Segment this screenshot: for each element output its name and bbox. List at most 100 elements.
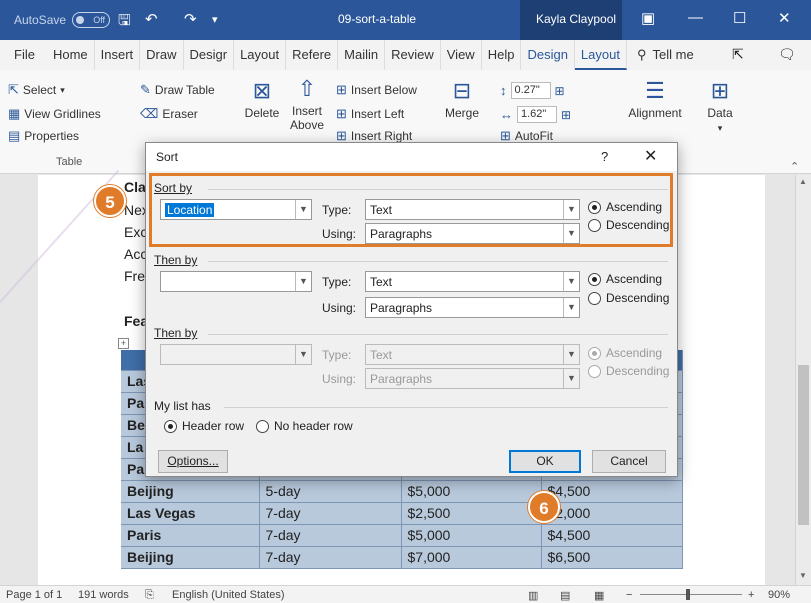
minimize-icon[interactable]: — bbox=[688, 9, 703, 26]
select-button[interactable]: ⇱ Select ▾ bbox=[8, 82, 65, 98]
insert-right-button[interactable]: ⊞ Insert Right bbox=[336, 130, 412, 142]
print-layout-icon[interactable]: ▤ bbox=[560, 589, 570, 602]
merge-icon: ⊟ bbox=[452, 78, 472, 103]
web-layout-icon[interactable]: ▦ bbox=[594, 589, 604, 602]
tab-mailings[interactable]: Mailin bbox=[338, 40, 386, 70]
then-by-2-descending-radio[interactable]: Descending bbox=[588, 364, 669, 378]
insert-left-button[interactable]: ⊞ Insert Left bbox=[336, 106, 404, 122]
delete-button[interactable]: ⊠ Delete bbox=[244, 78, 280, 120]
zoom-out-button[interactable]: − bbox=[626, 589, 632, 601]
scroll-thumb[interactable] bbox=[798, 365, 809, 525]
tab-file[interactable]: File bbox=[0, 40, 47, 70]
user-account[interactable]: Kayla Claypool bbox=[520, 0, 622, 40]
options-button[interactable]: Options... bbox=[158, 450, 228, 473]
view-gridlines-button[interactable]: ▦ View Gridlines bbox=[8, 106, 101, 122]
tab-review[interactable]: Review bbox=[385, 40, 441, 70]
then-by-2-ascending-radio[interactable]: Ascending bbox=[588, 346, 662, 360]
tab-table-design[interactable]: Design bbox=[521, 40, 575, 70]
then-by-column-select[interactable]: ▼ bbox=[160, 271, 312, 292]
table-cell[interactable]: 7-day bbox=[259, 502, 402, 525]
comment-icon[interactable]: 🗨 bbox=[778, 46, 796, 63]
table-cell[interactable]: 5-day bbox=[259, 480, 402, 503]
draw-table-icon: ✎ bbox=[140, 82, 151, 97]
tab-table-layout[interactable]: Layout bbox=[574, 40, 627, 70]
then-by-2-column-select[interactable]: ▼ bbox=[160, 344, 312, 365]
insert-below-button[interactable]: ⊞ Insert Below bbox=[336, 82, 417, 98]
help-button[interactable]: ? bbox=[601, 149, 608, 164]
header-row-radio[interactable]: Header row bbox=[164, 419, 244, 433]
table-cell[interactable]: Beijing bbox=[121, 546, 260, 569]
then-by-descending-radio[interactable]: Descending bbox=[588, 291, 669, 305]
table-cell[interactable]: $7,000 bbox=[401, 546, 542, 569]
table-cell[interactable]: $6,500 bbox=[541, 546, 683, 569]
insert-above-button[interactable]: ⇧ Insert Above bbox=[285, 76, 329, 132]
no-header-row-radio[interactable]: No header row bbox=[256, 419, 353, 433]
maximize-icon[interactable]: ☐ bbox=[733, 9, 746, 27]
column-width-field[interactable]: ↔ 1.62" ⊞ bbox=[500, 106, 571, 123]
scroll-down-icon[interactable]: ▼ bbox=[799, 571, 807, 580]
draw-table-button[interactable]: ✎ Draw Table bbox=[140, 82, 215, 98]
insert-right-icon: ⊞ bbox=[336, 130, 347, 142]
collapse-ribbon-icon[interactable]: ⌃ bbox=[790, 160, 799, 173]
document-title: 09-sort-a-table bbox=[338, 12, 417, 26]
then-by-2-using-select[interactable]: Paragraphs ▼ bbox=[365, 368, 580, 389]
table-cell[interactable]: 7-day bbox=[259, 546, 402, 569]
tab-view[interactable]: View bbox=[441, 40, 482, 70]
table-cell[interactable]: $4,500 bbox=[541, 524, 683, 547]
eraser-button[interactable]: ⌫ Eraser bbox=[140, 106, 198, 122]
scroll-up-icon[interactable]: ▲ bbox=[799, 177, 807, 186]
zoom-in-button[interactable]: + bbox=[748, 589, 754, 601]
ok-button[interactable]: OK bbox=[509, 450, 581, 473]
then-by-type-select[interactable]: Text ▼ bbox=[365, 271, 580, 292]
tab-insert[interactable]: Insert bbox=[95, 40, 141, 70]
tab-design-doc[interactable]: Desigr bbox=[184, 40, 235, 70]
tab-references[interactable]: Refere bbox=[286, 40, 339, 70]
page-count[interactable]: Page 1 of 1 bbox=[6, 589, 62, 601]
tab-help[interactable]: Help bbox=[482, 40, 522, 70]
ribbon-display-icon[interactable]: ▣ bbox=[641, 9, 655, 27]
cancel-button[interactable]: Cancel bbox=[592, 450, 666, 473]
read-mode-icon[interactable]: ▥ bbox=[528, 589, 538, 602]
table-move-handle-icon[interactable]: + bbox=[118, 338, 129, 349]
zoom-level[interactable]: 90% bbox=[768, 589, 790, 601]
table-cell[interactable]: $5,000 bbox=[401, 480, 542, 503]
autosave-toggle[interactable]: AutoSave Off bbox=[14, 12, 111, 28]
then-by-2-type-select[interactable]: Text ▼ bbox=[365, 344, 580, 365]
tab-layout-page[interactable]: Layout bbox=[234, 40, 287, 70]
tab-draw[interactable]: Draw bbox=[140, 40, 184, 70]
close-icon[interactable]: ✕ bbox=[778, 9, 791, 27]
table-cell[interactable]: Las Vegas bbox=[121, 502, 260, 525]
share-icon[interactable]: ⇱ bbox=[732, 46, 744, 63]
data-icon: ⊞ bbox=[710, 78, 730, 103]
word-count[interactable]: 191 words bbox=[78, 589, 129, 601]
table-cell[interactable]: $2,500 bbox=[401, 502, 542, 525]
redo-icon[interactable]: ↷ bbox=[184, 10, 197, 28]
table-cell[interactable]: $2,000 bbox=[541, 502, 683, 525]
table-cell[interactable]: $4,500 bbox=[541, 480, 683, 503]
alignment-button[interactable]: ☰ Alignment bbox=[625, 78, 685, 120]
tab-home[interactable]: Home bbox=[47, 40, 95, 70]
table-cell[interactable]: Paris bbox=[121, 524, 260, 547]
dialog-close-button[interactable]: ✕ bbox=[644, 146, 657, 166]
chevron-down-icon[interactable]: ▾ bbox=[212, 13, 218, 26]
zoom-slider-thumb[interactable] bbox=[686, 589, 690, 600]
zoom-slider[interactable] bbox=[640, 594, 742, 595]
autosave-switch[interactable]: Off bbox=[72, 12, 111, 28]
chevron-down-icon: ▾ bbox=[60, 84, 65, 95]
data-button[interactable]: ⊞ Data ▾ bbox=[700, 78, 740, 134]
properties-button[interactable]: ▤ Properties bbox=[8, 128, 79, 144]
table-cell[interactable]: 7-day bbox=[259, 524, 402, 547]
row-height-field[interactable]: ↕ 0.27" ⊞ bbox=[500, 82, 565, 99]
proofing-icon[interactable]: ⎘ bbox=[145, 589, 154, 602]
save-icon[interactable]: 🖫 bbox=[118, 10, 131, 35]
undo-icon[interactable]: ↶ bbox=[145, 10, 158, 28]
language[interactable]: English (United States) bbox=[172, 589, 285, 601]
merge-button[interactable]: ⊟ Merge bbox=[442, 78, 482, 120]
table-cell[interactable]: $5,000 bbox=[401, 524, 542, 547]
vertical-scrollbar[interactable]: ▲ ▼ bbox=[795, 175, 811, 585]
tell-me-search[interactable]: ⚲ Tell me bbox=[627, 40, 700, 70]
autofit-button[interactable]: ⊞ AutoFit bbox=[500, 130, 553, 142]
then-by-ascending-radio[interactable]: Ascending bbox=[588, 272, 662, 286]
table-cell[interactable]: Beijing bbox=[121, 480, 260, 503]
then-by-using-select[interactable]: Paragraphs ▼ bbox=[365, 297, 580, 318]
